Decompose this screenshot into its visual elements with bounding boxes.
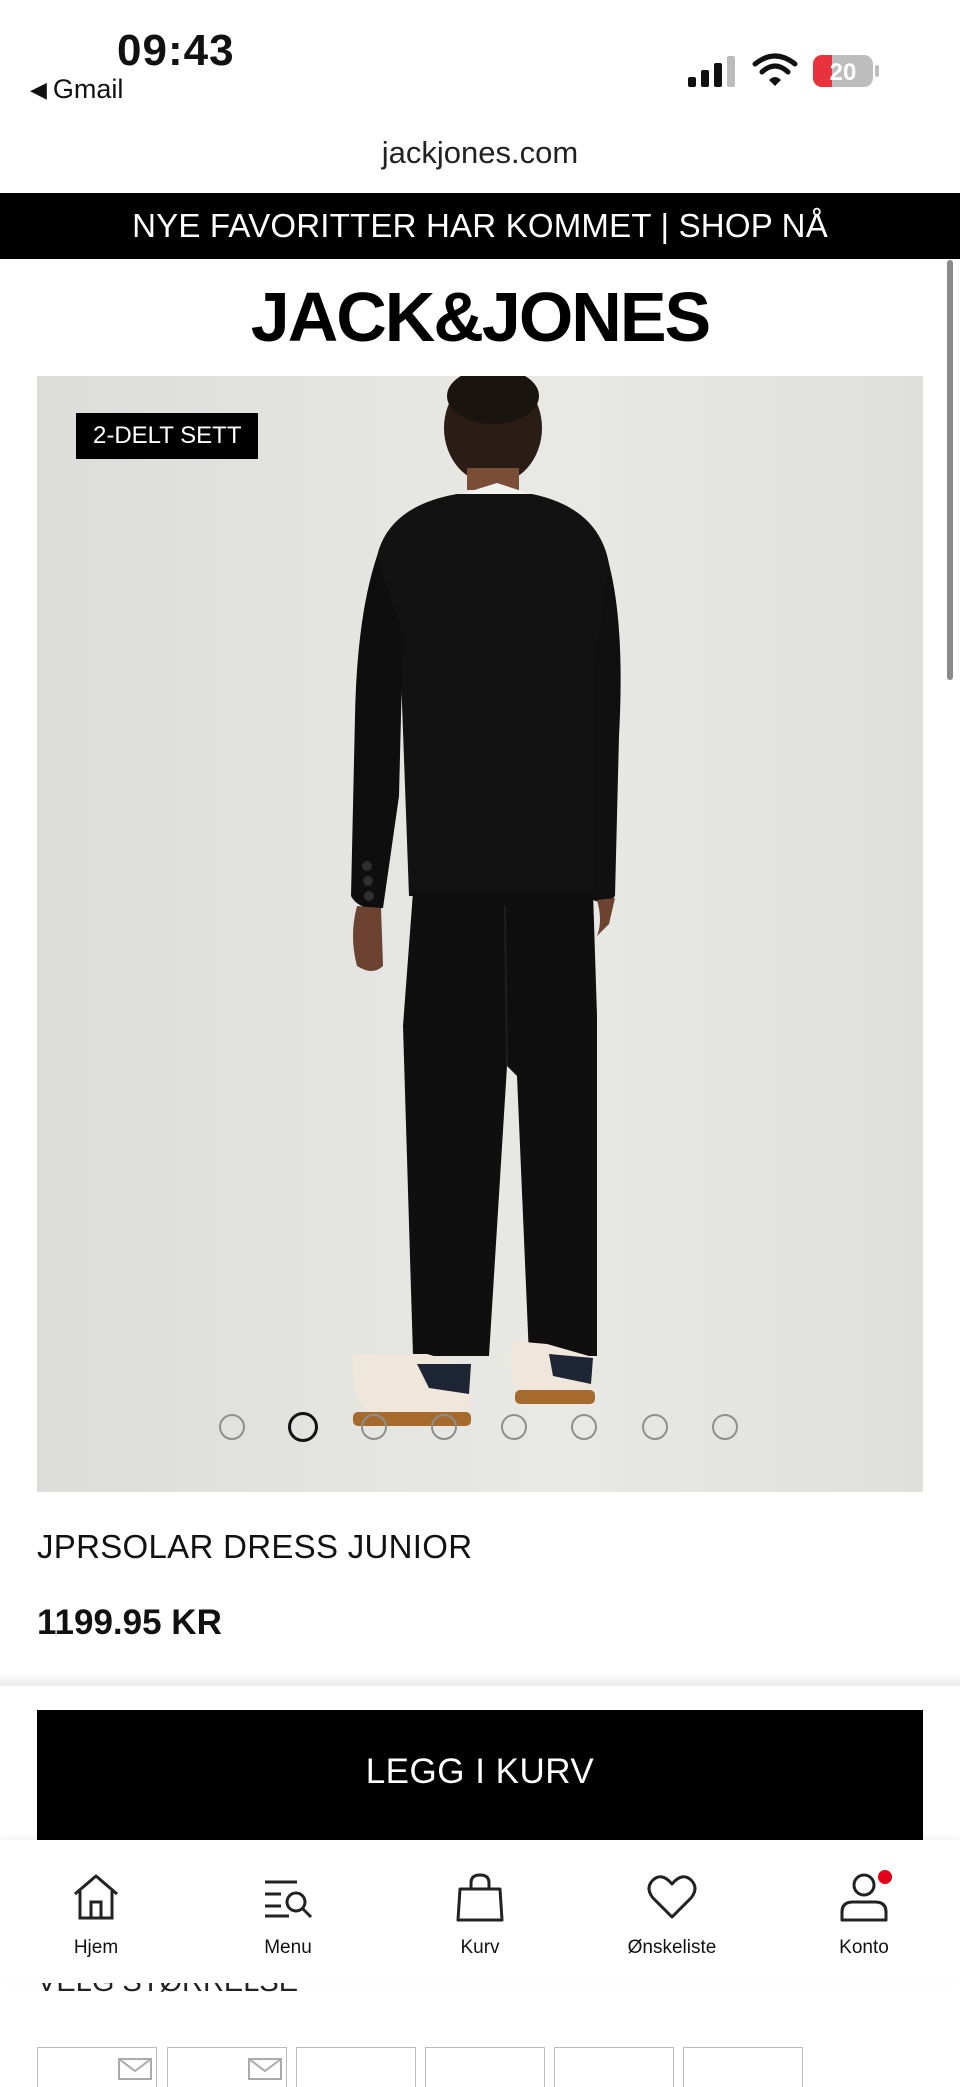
size-option[interactable] xyxy=(554,2047,674,2087)
size-options xyxy=(37,2047,923,2087)
add-to-cart-button[interactable]: LEGG I KURV xyxy=(37,1710,923,1840)
heart-icon xyxy=(647,1875,697,1919)
nav-label-menu: Menu xyxy=(264,1937,312,1958)
status-bar: 09:43 ◀ Gmail 20 xyxy=(0,0,960,130)
nav-item-menu[interactable]: Menu xyxy=(192,1840,384,1983)
product-price: 1199.95 KR xyxy=(37,1603,222,1642)
promo-banner[interactable]: NYE FAVORITTER HAR KOMMET | SHOP NÅ xyxy=(0,193,960,259)
carousel-dot[interactable] xyxy=(361,1414,387,1440)
nav-item-account[interactable]: Konto xyxy=(768,1840,960,1983)
mail-icon xyxy=(248,2058,282,2080)
notification-dot xyxy=(878,1870,892,1884)
home-icon xyxy=(74,1874,118,1920)
scrollbar[interactable] xyxy=(947,260,953,680)
nav-label-cart: Kurv xyxy=(460,1937,500,1958)
carousel-dot[interactable] xyxy=(431,1414,457,1440)
cellular-signal-icon xyxy=(688,56,735,87)
nav-item-home[interactable]: Hjem xyxy=(0,1840,192,1983)
size-option[interactable] xyxy=(296,2047,416,2087)
size-option[interactable] xyxy=(425,2047,545,2087)
shopping-bag-icon xyxy=(456,1873,504,1922)
nav-label-wishlist: Ønskeliste xyxy=(627,1937,717,1958)
carousel-dot[interactable] xyxy=(219,1414,245,1440)
address-bar[interactable]: jackjones.com xyxy=(0,135,960,187)
carousel-dot[interactable] xyxy=(571,1414,597,1440)
size-option[interactable] xyxy=(167,2047,287,2087)
size-option[interactable] xyxy=(683,2047,803,2087)
mail-icon xyxy=(118,2058,152,2080)
carousel-dot[interactable] xyxy=(501,1414,527,1440)
menu-search-icon xyxy=(265,1880,313,1919)
carousel-dots xyxy=(37,1412,923,1446)
product-photo xyxy=(351,376,621,1426)
size-option[interactable] xyxy=(37,2047,157,2087)
size-section-heading: VELG STØRRELSE xyxy=(37,1982,298,2000)
back-to-app-link[interactable]: ◀ Gmail xyxy=(30,74,123,105)
bottom-navigation: Hjem Menu Kurv Ønskeliste Konto xyxy=(0,1840,960,1983)
back-app-label: Gmail xyxy=(52,74,124,104)
wifi-icon xyxy=(752,53,798,86)
battery-level: 20 xyxy=(830,59,857,86)
size-heading-text: VELG STØRRELSE xyxy=(37,1982,299,1998)
status-time: 09:43 xyxy=(117,26,235,75)
nav-item-wishlist[interactable]: Ønskeliste xyxy=(576,1840,768,1983)
product-badge: 2-DELT SETT xyxy=(76,413,259,459)
product-title: JPRSOLAR DRESS JUNIOR xyxy=(37,1528,473,1565)
brand-logo[interactable]: JACK&JONES xyxy=(0,274,960,360)
product-image-carousel[interactable]: 2-DELT SETT xyxy=(37,376,923,1492)
carousel-dot-active[interactable] xyxy=(288,1412,318,1442)
back-arrow-icon: ◀ xyxy=(30,76,47,102)
nav-label-home: Hjem xyxy=(73,1937,119,1958)
carousel-dot[interactable] xyxy=(712,1414,738,1440)
carousel-dot[interactable] xyxy=(642,1414,668,1440)
nav-item-cart[interactable]: Kurv xyxy=(384,1840,576,1983)
nav-label-account: Konto xyxy=(839,1937,889,1958)
divider xyxy=(0,1672,960,1686)
battery-icon: 20 xyxy=(813,55,879,87)
